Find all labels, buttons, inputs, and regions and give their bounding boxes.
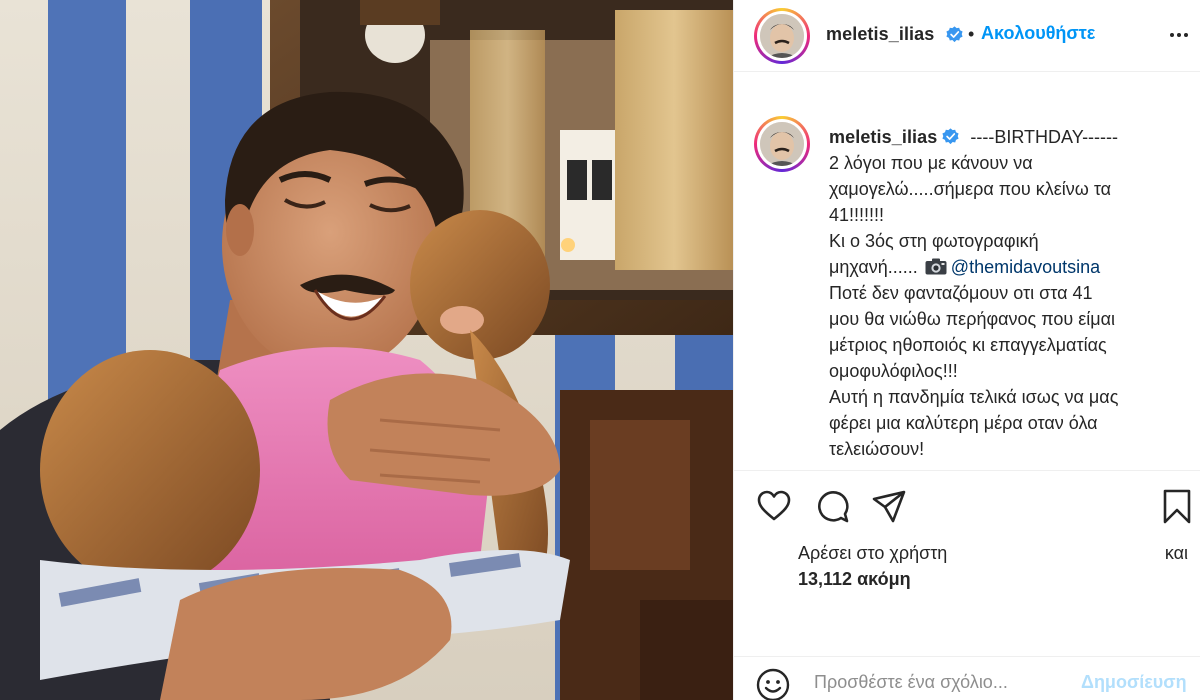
mention-link[interactable]: @themidavoutsina bbox=[951, 257, 1100, 277]
follow-separator: • bbox=[968, 24, 975, 44]
likes-count[interactable]: 13,112 ακόμη bbox=[798, 566, 1188, 592]
caption-text: meletis_ilias ----BIRTHDAY------ 2 λόγοι… bbox=[829, 124, 1189, 462]
post-comment-button[interactable]: Δημοσίευση bbox=[1081, 672, 1187, 693]
caption-line: τελειώσουν! bbox=[829, 439, 925, 459]
caption-line: Αυτή η πανδημία τελικά ισως να μας bbox=[829, 387, 1119, 407]
bookmark-icon[interactable] bbox=[1159, 488, 1195, 524]
follow-button[interactable]: Ακολουθήστε bbox=[981, 23, 1095, 44]
caption-line: 41!!!!!!! bbox=[829, 205, 885, 225]
caption-line: 2 λόγοι που με κάνουν να bbox=[829, 153, 1033, 173]
caption-mention-prefix: μηχανή...... bbox=[829, 257, 918, 277]
verified-badge-icon bbox=[942, 128, 959, 145]
comment-box: Δημοσίευση bbox=[734, 656, 1200, 700]
verified-badge-icon bbox=[946, 26, 963, 43]
caption-avatar[interactable] bbox=[754, 116, 810, 172]
heart-icon[interactable] bbox=[756, 488, 792, 524]
likes-summary: Αρέσει στο χρήστη και 13,112 ακόμη bbox=[798, 540, 1188, 592]
paper-plane-icon[interactable] bbox=[871, 488, 907, 524]
camera-emoji-icon bbox=[925, 258, 947, 275]
likes-conjunction: και bbox=[1164, 543, 1188, 563]
post-caption: meletis_ilias ----BIRTHDAY------ 2 λόγοι… bbox=[734, 72, 1200, 470]
author-username[interactable]: meletis_ilias bbox=[826, 24, 934, 45]
caption-line: χαμογελώ.....σήμερα που κλείνω τα bbox=[829, 179, 1112, 199]
divider bbox=[734, 470, 1200, 471]
likes-prefix: Αρέσει στο χρήστη bbox=[798, 543, 948, 563]
avatar-image bbox=[760, 14, 804, 58]
caption-line: μέτριος ηθοποιός κι επαγγελματίας bbox=[829, 335, 1107, 355]
more-options-icon[interactable] bbox=[1166, 22, 1192, 48]
caption-line: μου θα νιώθω περήφανος που είμαι bbox=[829, 309, 1116, 329]
post-actions bbox=[734, 484, 1200, 530]
caption-line: Κι ο 3ός στη φωτογραφική bbox=[829, 231, 1039, 251]
post-image bbox=[0, 0, 733, 700]
caption-first-line: ----BIRTHDAY------ bbox=[970, 127, 1119, 147]
caption-line: Ποτέ δεν φανταζόμουν οτι στα 41 bbox=[829, 283, 1093, 303]
avatar[interactable] bbox=[754, 8, 810, 64]
post-photo[interactable] bbox=[0, 0, 733, 700]
smiley-icon[interactable] bbox=[756, 668, 790, 700]
caption-line: φέρει μια καλύτερη μέρα οταν όλα bbox=[829, 413, 1098, 433]
caption-mention-line: μηχανή...... @themidavoutsina bbox=[829, 254, 1189, 280]
caption-line: ομοφυλόφιλος!!! bbox=[829, 361, 958, 381]
post-sidebar: meletis_ilias • Ακολουθήστε meletis_ilia… bbox=[733, 0, 1200, 700]
comment-bubble-icon[interactable] bbox=[814, 488, 850, 524]
post-header: meletis_ilias • Ακολουθήστε bbox=[734, 0, 1200, 72]
caption-username[interactable]: meletis_ilias bbox=[829, 127, 937, 147]
comment-input[interactable] bbox=[814, 672, 1074, 693]
caption-avatar-image bbox=[760, 122, 804, 166]
